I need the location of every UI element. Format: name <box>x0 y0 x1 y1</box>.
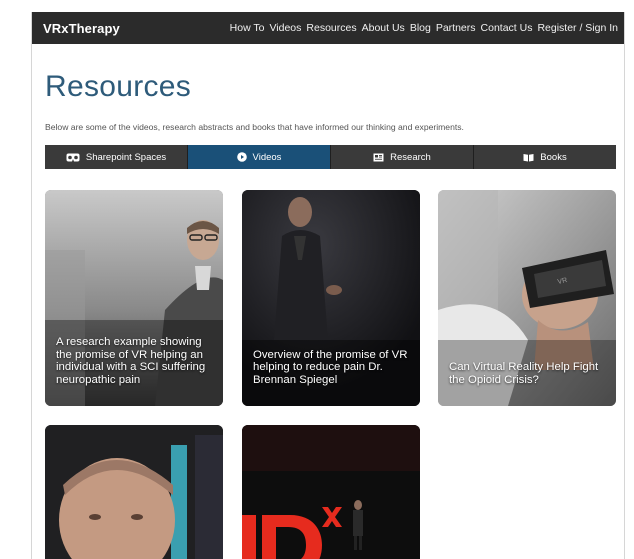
tab-label: Sharepoint Spaces <box>85 151 167 163</box>
video-card[interactable] <box>45 425 223 559</box>
book-icon <box>523 153 534 162</box>
video-caption: A research example showing the promise o… <box>56 336 206 386</box>
newspaper-icon <box>373 153 384 162</box>
video-card[interactable]: A research example showing the promise o… <box>45 190 223 406</box>
tab-videos[interactable]: Videos <box>188 145 331 169</box>
nav-videos[interactable]: Videos <box>269 22 301 34</box>
main-nav: How To Videos Resources About Us Blog Pa… <box>230 22 618 34</box>
nav-blog[interactable]: Blog <box>410 22 431 34</box>
video-thumbnail <box>242 425 420 559</box>
video-card[interactable]: Overview of the promise of VR helping to… <box>242 190 420 406</box>
nav-register-sign-in[interactable]: Register / Sign In <box>537 22 618 34</box>
video-thumbnail <box>45 425 223 559</box>
page-title: Resources <box>45 70 192 103</box>
nav-contact-us[interactable]: Contact Us <box>481 22 533 34</box>
intro-text: Below are some of the videos, research a… <box>45 122 464 132</box>
page-frame: VRxTherapy How To Videos Resources About… <box>31 12 625 559</box>
play-circle-icon <box>236 152 247 162</box>
resource-tabs: Sharepoint Spaces Videos Research Books <box>45 145 616 169</box>
video-card[interactable]: VR Can Virtual Reality Help Fight the Op… <box>438 190 616 406</box>
vr-headset-icon <box>66 153 80 162</box>
video-caption: Overview of the promise of VR helping to… <box>253 348 408 386</box>
nav-about-us[interactable]: About Us <box>362 22 405 34</box>
tab-research[interactable]: Research <box>331 145 474 169</box>
video-card[interactable] <box>242 425 420 559</box>
nav-how-to[interactable]: How To <box>230 22 265 34</box>
top-navbar: VRxTherapy How To Videos Resources About… <box>32 12 624 44</box>
tab-label: Research <box>390 151 431 163</box>
tab-books[interactable]: Books <box>474 145 616 169</box>
site-logo[interactable]: VRxTherapy <box>43 21 120 36</box>
tab-label: Books <box>540 151 567 163</box>
nav-partners[interactable]: Partners <box>436 22 476 34</box>
tab-label: Videos <box>252 151 282 163</box>
nav-resources[interactable]: Resources <box>306 22 356 34</box>
video-caption: Can Virtual Reality Help Fight the Opioi… <box>449 361 599 386</box>
tab-sharepoint-spaces[interactable]: Sharepoint Spaces <box>45 145 188 169</box>
